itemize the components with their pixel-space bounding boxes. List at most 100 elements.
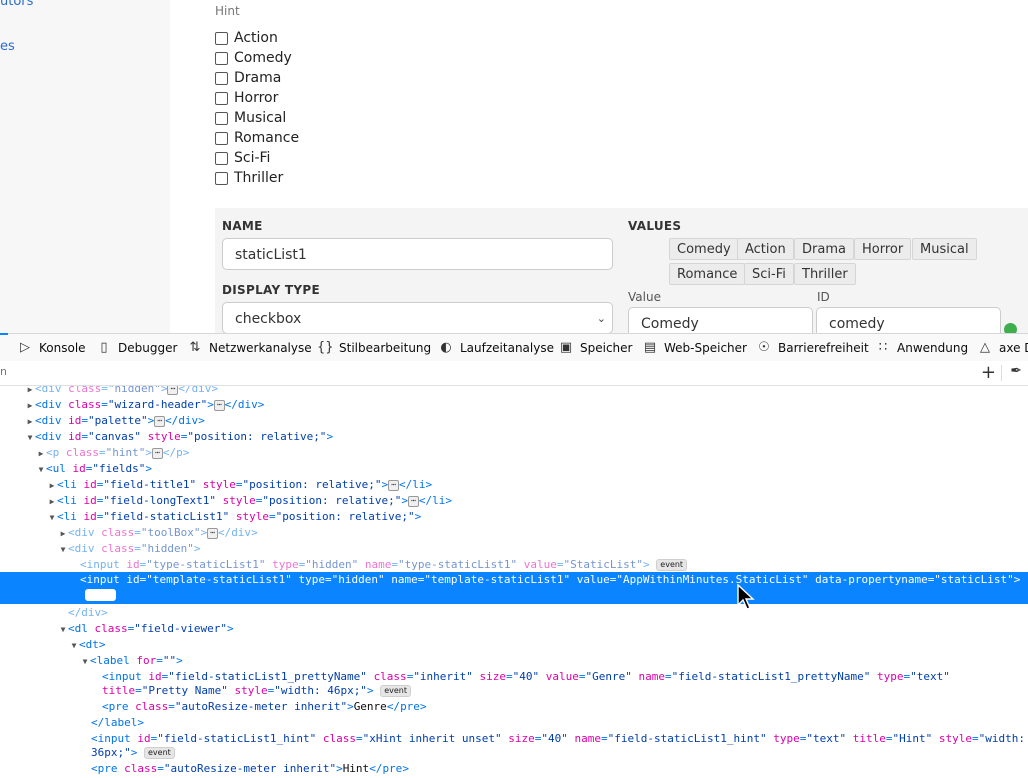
tree-node[interactable]: ▶ <div id="palette"> ⋯ </div> (25, 413, 1028, 429)
tree-node[interactable]: ▶ <li id="field-title1" style="position: … (47, 477, 1028, 493)
value-chip[interactable]: Comedy (669, 238, 739, 260)
search-html-input[interactable]: n (0, 365, 7, 378)
accessibility-icon: ☉ (758, 340, 770, 355)
tab-label: Web-Speicher (664, 340, 747, 355)
tree-node[interactable]: ▼ <dl class="field-viewer"> (58, 621, 1028, 637)
value-chip[interactable]: Action (737, 238, 794, 260)
tree-node[interactable]: ▶ <li id="field-longText1" style="positio… (47, 493, 1028, 509)
add-value-icon[interactable] (1004, 323, 1017, 333)
display-type-value: checkbox (235, 311, 302, 327)
checkbox[interactable] (215, 131, 228, 145)
tree-node[interactable]: </div> (68, 605, 1028, 621)
tab-label: Barrierefreiheit (778, 340, 869, 355)
value-chip[interactable]: Romance (669, 263, 746, 285)
tree-node[interactable]: ▼ <li id="field-staticList1" style="posit… (47, 509, 1028, 525)
nav-link-contributors[interactable]: utors (0, 0, 33, 9)
tab-label: axe D (999, 340, 1028, 355)
value-chip[interactable]: Sci-Fi (744, 263, 794, 285)
display-type-select[interactable]: checkbox ⌄ (222, 302, 613, 333)
mouse-cursor-icon (737, 584, 755, 610)
console-icon: ▷ (20, 340, 30, 355)
tab-label: Stilbearbeitung (339, 340, 432, 355)
tab-memory[interactable]: ▣ Speicher (558, 334, 633, 361)
values-label: VALUES (628, 219, 682, 233)
tree-node[interactable]: ▶ <div class="toolBox"> ⋯ </div> (58, 525, 1028, 541)
tab-accessibility[interactable]: ☉ Barrierefreiheit (756, 334, 869, 361)
tree-node[interactable]: <pre class="autoResize-meter inherit">Hi… (91, 761, 1028, 777)
checkbox-option[interactable]: Romance (215, 128, 299, 148)
selected-node[interactable]: <input id="template-staticList1" type="h… (0, 572, 1028, 604)
checkbox[interactable] (215, 31, 228, 45)
tab-storage[interactable]: ▤ Web-Speicher (642, 334, 747, 361)
checkbox[interactable] (215, 151, 228, 165)
hint-label: Hint (215, 4, 240, 18)
checkbox-option[interactable]: Horror (215, 88, 278, 108)
value-chip[interactable]: Thriller (794, 263, 856, 285)
value-label: Value (628, 290, 661, 304)
tree-node-continued: 36px;"> event (91, 745, 1028, 761)
tab-console[interactable]: ▷ Konsole (17, 334, 86, 361)
tree-node[interactable]: <pre class="autoResize-meter inherit">Ge… (102, 699, 1028, 715)
markup-tree: ▶ <div class="hidden"> ⋯ </div> ▶ <div class… (0, 386, 1028, 778)
nav-link-pages[interactable]: es (0, 39, 15, 54)
memory-icon: ▣ (559, 340, 573, 355)
display-type-label: DISPLAY TYPE (222, 283, 320, 297)
markup-search-bar: n + ✒ (0, 361, 1028, 386)
tree-node-continued: title="Pretty Name" style="width: 46px;"… (102, 683, 1028, 699)
tree-node-selected-badge: event (85, 587, 1028, 603)
value-chip[interactable]: Horror (854, 238, 912, 260)
page-viewport: utors es Hint Action Comedy Drama Horror… (0, 0, 1028, 333)
event-badge[interactable]: event (656, 559, 688, 571)
storage-icon: ▤ (643, 340, 657, 355)
tab-application[interactable]: ∷ Anwendung (875, 334, 968, 361)
checkbox-option[interactable]: Comedy (215, 48, 292, 68)
checkbox[interactable] (215, 91, 228, 105)
tab-label: Konsole (39, 340, 86, 355)
tree-node[interactable]: ▼ <div class="hidden"> (58, 541, 1028, 557)
tab-debugger[interactable]: ▯ Debugger (96, 334, 177, 361)
value-chip[interactable]: Musical (912, 238, 977, 260)
value-input[interactable]: Comedy (628, 307, 813, 333)
event-badge[interactable]: event (144, 747, 175, 759)
chevron-down-icon: ⌄ (596, 312, 606, 325)
checkbox[interactable] (215, 111, 228, 125)
checkbox-label: Comedy (234, 50, 292, 66)
active-tab-indicator (0, 333, 8, 335)
tab-label: Debugger (118, 340, 178, 355)
checkbox-option[interactable]: Musical (215, 108, 286, 128)
tree-node[interactable]: ▶ <p class="hint"> ⋯ </p> (36, 445, 1028, 461)
tab-label: Speicher (580, 340, 633, 355)
eyedropper-icon[interactable]: ✒ (1010, 363, 1022, 379)
tree-node[interactable]: ▼ <label for=""> (80, 653, 1028, 669)
event-badge[interactable]: event (380, 685, 411, 697)
tab-network[interactable]: ⇅ Netzwerkanalyse (187, 334, 312, 361)
name-input[interactable]: staticList1 (222, 238, 613, 270)
tree-node[interactable]: ▶ <div class="wizard-header"> ⋯ </div> (25, 397, 1028, 413)
tree-node[interactable]: </label> (91, 715, 1028, 731)
checkbox-option[interactable]: Drama (215, 68, 281, 88)
value-chip[interactable]: Drama (794, 238, 854, 260)
tab-label: Netzwerkanalyse (209, 340, 312, 355)
tab-label: Anwendung (897, 340, 969, 355)
tree-node-selected[interactable]: <input id="template-staticList1" type="h… (80, 572, 1028, 588)
checkbox[interactable] (215, 71, 228, 85)
checkbox-label: Action (234, 30, 278, 46)
checkbox[interactable] (215, 51, 228, 65)
checkbox-option[interactable]: Thriller (215, 168, 283, 188)
tab-style-editor[interactable]: {} Stilbearbeitung (317, 334, 431, 361)
checkbox-option[interactable]: Sci-Fi (215, 148, 270, 168)
tab-performance[interactable]: ◐ Laufzeitanalyse (438, 334, 554, 361)
checkbox[interactable] (215, 171, 228, 185)
tree-node[interactable]: ▼ <div id="canvas" style="position: relat… (25, 429, 1028, 445)
event-badge[interactable]: event (85, 589, 116, 601)
network-icon: ⇅ (189, 340, 201, 355)
tab-axe[interactable]: △ axe D (977, 334, 1028, 361)
devtools-toolbar: ▷ Konsole ▯ Debugger ⇅ Netzwerkanalyse {} St… (0, 333, 1028, 362)
tree-node[interactable]: ▼ <ul id="fields"> (36, 461, 1028, 477)
add-node-icon[interactable]: + (981, 362, 996, 383)
tree-node[interactable]: ▶ <div class="hidden"> ⋯ </div> (25, 386, 1028, 397)
id-input[interactable]: comedy (816, 307, 1001, 333)
checkbox-option[interactable]: Action (215, 28, 278, 48)
tree-node[interactable]: <input id="type-staticList1" type="hidde… (80, 557, 1028, 573)
tree-node[interactable]: ▼ <dt> (69, 637, 1028, 653)
